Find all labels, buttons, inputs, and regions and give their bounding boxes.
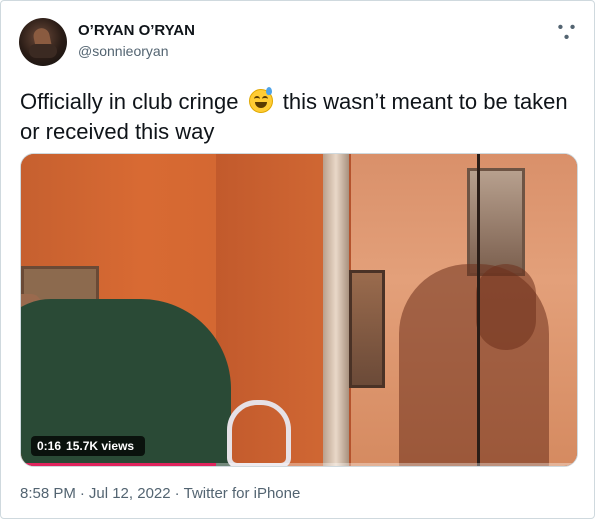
tweet-text: Officially in club cringe this wasn’t me…: [20, 87, 580, 147]
video-scene-doorframe: [323, 154, 349, 466]
video-scene-shadow-head: [476, 264, 536, 350]
video-progress-fill: [21, 463, 217, 466]
video-views: 15.7K views: [66, 439, 135, 453]
avatar-figure-shadow: [29, 44, 57, 58]
video-scene-toy: [227, 400, 291, 466]
tweet-card: O’RYAN O’RYAN @sonnieoryan • • • Officia…: [0, 0, 595, 519]
author-handle[interactable]: @sonnieoryan: [78, 43, 169, 59]
tweet-text-before: Officially in club cringe: [20, 89, 239, 114]
meta-separator: ·: [174, 485, 180, 502]
more-horizontal-icon[interactable]: • • •: [555, 20, 579, 46]
author-name[interactable]: O’RYAN O’RYAN: [78, 22, 195, 39]
tweet-time[interactable]: 8:58 PM: [20, 485, 76, 502]
tweet-date[interactable]: Jul 12, 2022: [89, 485, 171, 502]
video-progress-bar[interactable]: [21, 463, 577, 466]
tweet-source[interactable]: Twitter for iPhone: [184, 485, 301, 502]
grinning-face-with-sweat-emoji: [248, 87, 273, 113]
tweet-meta: 8:58 PM · Jul 12, 2022 · Twitter for iPhone: [20, 485, 300, 502]
meta-separator: ·: [79, 485, 85, 502]
video-player[interactable]: 0:16 15.7K views: [20, 153, 578, 467]
video-time: 0:16: [37, 439, 62, 453]
avatar[interactable]: [19, 18, 67, 66]
video-scene-picture-frame: [349, 270, 385, 388]
video-stats-badge: 0:16 15.7K views: [31, 436, 146, 456]
video-scene-mirror-edge: [477, 154, 480, 466]
video-scene-picture-frame: [467, 168, 525, 276]
